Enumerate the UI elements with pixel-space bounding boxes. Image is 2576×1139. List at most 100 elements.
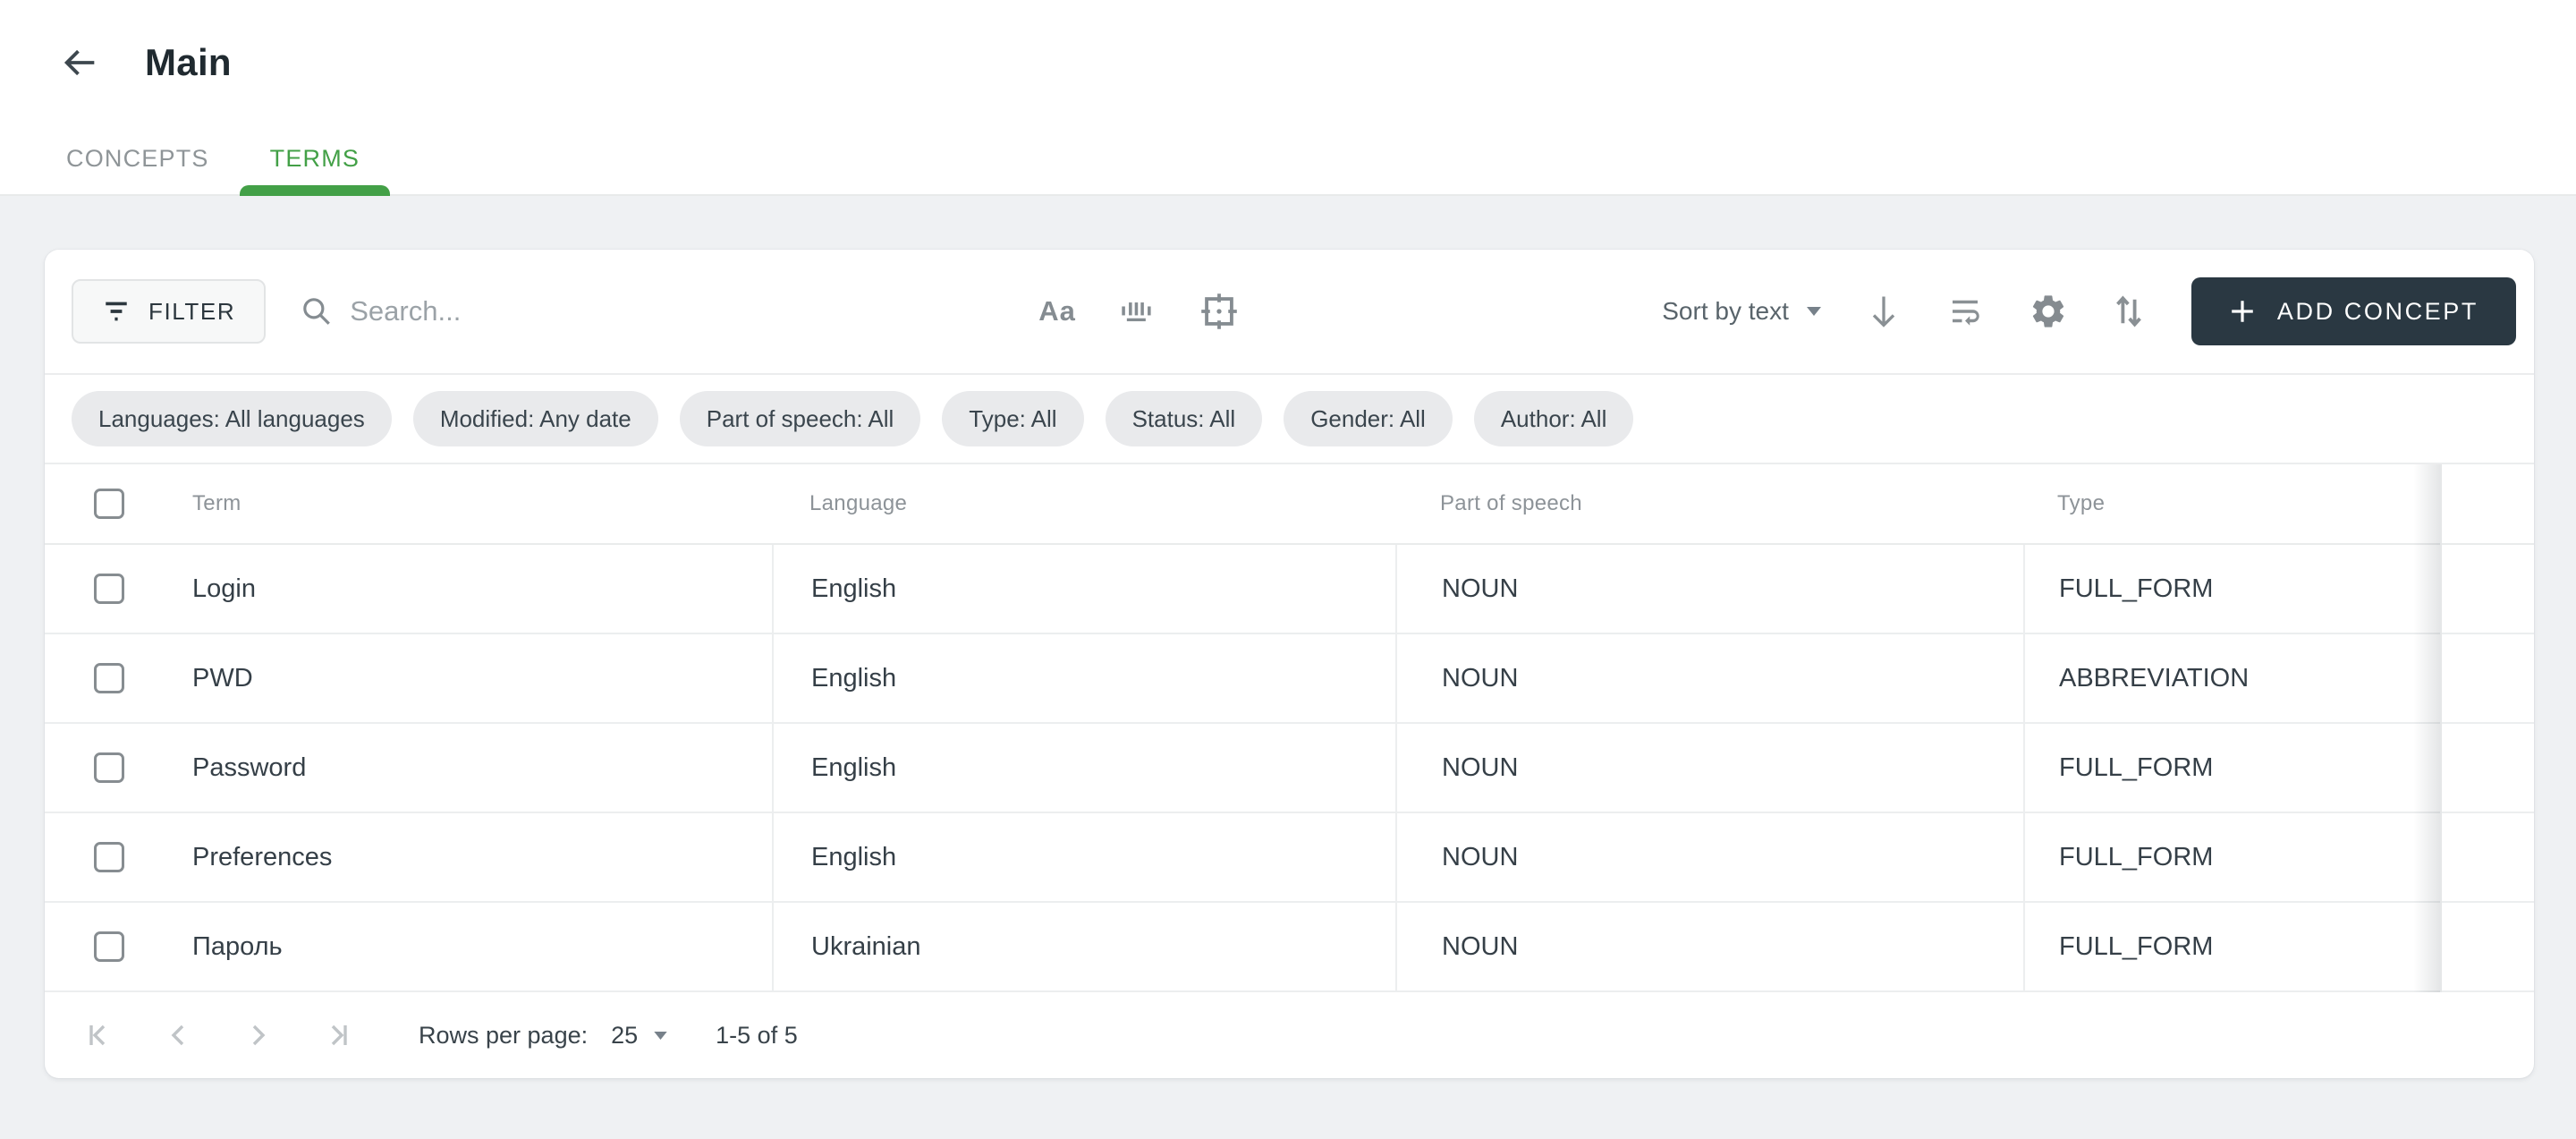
tab-bar: CONCEPTS TERMS — [0, 122, 2576, 194]
whole-word-button[interactable] — [1119, 297, 1157, 326]
term-cell: Password — [130, 724, 772, 812]
term-cell: Login — [130, 545, 772, 633]
page-title: Main — [145, 41, 232, 84]
language-cell: English — [772, 545, 1395, 633]
term-cell: PWD — [130, 634, 772, 722]
arrow-down-icon — [1866, 292, 1902, 331]
terms-table: Term Language Part of speech Type Login … — [45, 464, 2534, 992]
terms-panel: FILTER Aa — [45, 250, 2534, 1078]
plus-icon — [2229, 298, 2256, 325]
language-cell: English — [772, 634, 1395, 722]
part-of-speech-cell: NOUN — [1395, 724, 2023, 812]
filter-chip-modified[interactable]: Modified: Any date — [413, 391, 658, 446]
tab-terms[interactable]: TERMS — [268, 122, 362, 194]
search-options: Aa — [1038, 292, 1239, 331]
term-cell: Пароль — [130, 903, 772, 990]
part-of-speech-cell: NOUN — [1395, 634, 2023, 722]
row-checkbox[interactable] — [94, 574, 124, 604]
exact-match-button[interactable] — [1199, 292, 1239, 331]
row-end-spacer — [2440, 634, 2534, 722]
row-end-spacer — [2440, 903, 2534, 990]
page-header: Main CONCEPTS TERMS — [0, 0, 2576, 196]
part-of-speech-cell: NOUN — [1395, 813, 2023, 901]
filter-chip-status[interactable]: Status: All — [1106, 391, 1263, 446]
settings-button[interactable] — [2029, 292, 2068, 331]
rows-per-page-label: Rows per page: — [419, 1022, 588, 1050]
chevron-left-icon — [163, 1019, 195, 1051]
filter-chips-row: Languages: All languages Modified: Any d… — [45, 375, 2534, 464]
search-icon — [300, 294, 334, 328]
pagination: Rows per page: 25 1-5 of 5 — [45, 992, 2534, 1078]
row-end-spacer — [2440, 545, 2534, 633]
row-checkbox[interactable] — [94, 842, 124, 872]
search-field — [300, 294, 1038, 328]
table-row[interactable]: PWD English NOUN ABBREVIATION — [45, 634, 2534, 724]
rows-per-page-value: 25 — [611, 1022, 638, 1050]
last-page-button[interactable] — [318, 1017, 354, 1053]
language-cell: Ukrainian — [772, 903, 1395, 990]
select-all-checkbox[interactable] — [94, 489, 124, 519]
content-area: FILTER Aa — [0, 196, 2576, 1078]
column-header-spacer — [2440, 464, 2534, 543]
row-checkbox[interactable] — [94, 752, 124, 783]
language-cell: English — [772, 724, 1395, 812]
row-checkbox[interactable] — [94, 931, 124, 962]
table-header: Term Language Part of speech Type — [45, 464, 2534, 545]
table-row[interactable]: Password English NOUN FULL_FORM — [45, 724, 2534, 813]
import-export-button[interactable] — [2113, 292, 2145, 331]
column-header-type: Type — [2023, 464, 2440, 543]
toolbar-right: Sort by text — [1662, 277, 2516, 345]
exact-match-icon — [1199, 292, 1239, 331]
row-end-spacer — [2440, 724, 2534, 812]
previous-page-button[interactable] — [161, 1017, 197, 1053]
filter-button[interactable]: FILTER — [72, 279, 266, 344]
sort-by-label: Sort by text — [1662, 297, 1789, 326]
type-cell: FULL_FORM — [2023, 545, 2440, 633]
title-row: Main — [0, 0, 2576, 89]
table-row[interactable]: Preferences English NOUN FULL_FORM — [45, 813, 2534, 903]
first-page-button[interactable] — [82, 1017, 118, 1053]
back-button[interactable] — [55, 38, 106, 88]
column-header-part-of-speech: Part of speech — [1395, 464, 2023, 543]
type-cell: FULL_FORM — [2023, 903, 2440, 990]
filter-chip-author[interactable]: Author: All — [1474, 391, 1634, 446]
search-input[interactable] — [350, 295, 1038, 327]
wrap-text-icon — [1946, 293, 1984, 330]
filter-icon — [102, 297, 131, 326]
filter-chip-gender[interactable]: Gender: All — [1284, 391, 1453, 446]
first-page-icon — [84, 1019, 116, 1051]
type-cell: FULL_FORM — [2023, 724, 2440, 812]
table-row[interactable]: Пароль Ukrainian NOUN FULL_FORM — [45, 903, 2534, 992]
term-cell: Preferences — [130, 813, 772, 901]
whole-word-icon — [1119, 297, 1157, 326]
caret-down-icon — [654, 1032, 667, 1040]
filter-chip-type[interactable]: Type: All — [942, 391, 1083, 446]
arrow-left-icon — [60, 42, 101, 83]
caret-down-icon — [1807, 307, 1821, 316]
sort-by-select[interactable]: Sort by text — [1662, 297, 1821, 326]
chevron-right-icon — [242, 1019, 274, 1051]
toolbar: FILTER Aa — [45, 250, 2534, 375]
row-checkbox[interactable] — [94, 663, 124, 693]
row-end-spacer — [2440, 813, 2534, 901]
language-cell: English — [772, 813, 1395, 901]
import-export-icon — [2113, 292, 2145, 331]
filter-chip-languages[interactable]: Languages: All languages — [72, 391, 392, 446]
sort-direction-button[interactable] — [1866, 292, 1902, 331]
tab-concepts[interactable]: CONCEPTS — [64, 122, 211, 194]
next-page-button[interactable] — [240, 1017, 275, 1053]
filter-button-label: FILTER — [148, 298, 235, 326]
add-concept-button[interactable]: ADD CONCEPT — [2191, 277, 2516, 345]
part-of-speech-cell: NOUN — [1395, 545, 2023, 633]
table-row[interactable]: Login English NOUN FULL_FORM — [45, 545, 2534, 634]
column-header-language: Language — [772, 464, 1395, 543]
match-case-button[interactable]: Aa — [1038, 295, 1076, 327]
rows-per-page-select[interactable]: 25 — [611, 1022, 667, 1050]
filter-chip-part-of-speech[interactable]: Part of speech: All — [680, 391, 921, 446]
select-all-cell — [45, 464, 130, 543]
column-header-term: Term — [130, 464, 772, 543]
last-page-icon — [320, 1019, 352, 1051]
table-body: Login English NOUN FULL_FORM PWD English… — [45, 545, 2534, 992]
wrap-text-button[interactable] — [1946, 293, 1984, 330]
type-cell: ABBREVIATION — [2023, 634, 2440, 722]
